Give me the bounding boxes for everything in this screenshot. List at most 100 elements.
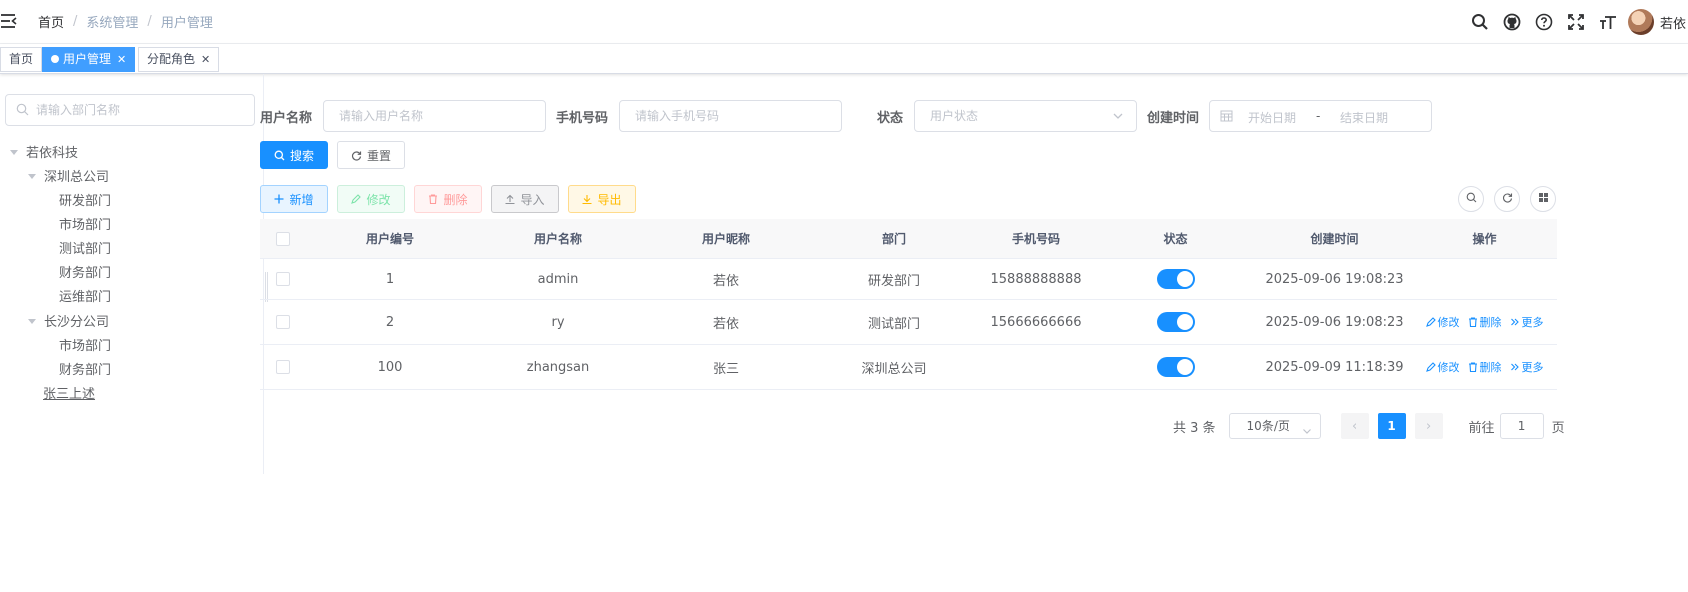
- phone-field[interactable]: [619, 100, 842, 132]
- cell-ops: [1412, 259, 1557, 299]
- status-select-input[interactable]: [930, 107, 1107, 125]
- tree-node[interactable]: 市场部门: [59, 213, 111, 239]
- prev-page-button[interactable]: ‹: [1340, 413, 1369, 439]
- row-edit-link[interactable]: 修改: [1425, 359, 1460, 375]
- pagination-total: 共 3 条: [1173, 420, 1216, 436]
- trash-icon: [1468, 362, 1477, 372]
- status-switch[interactable]: [1156, 312, 1195, 332]
- tag-assign-role[interactable]: 分配角色 ✕: [138, 47, 220, 72]
- delete-button[interactable]: 删除: [414, 185, 482, 213]
- breadcrumb-home[interactable]: 首页: [38, 12, 64, 31]
- search-button[interactable]: 搜索: [260, 141, 328, 169]
- plus-icon: [274, 194, 284, 204]
- tag-user-management[interactable]: 用户管理 ✕: [42, 47, 136, 72]
- tree-node[interactable]: 张三上述: [43, 382, 95, 408]
- cell-username: ry: [551, 314, 565, 330]
- column-header: 部门: [881, 232, 906, 246]
- start-date-input[interactable]: 开始日期: [1248, 109, 1296, 126]
- search-icon[interactable]: [1464, 6, 1496, 38]
- row-checkbox[interactable]: [276, 360, 290, 374]
- reset-button[interactable]: 重置: [337, 141, 405, 169]
- status-switch[interactable]: [1156, 269, 1195, 289]
- refresh-button[interactable]: [1494, 186, 1520, 212]
- page-size-value: 10条/页: [1246, 419, 1290, 433]
- username-field[interactable]: [323, 100, 546, 132]
- breadcrumb-system[interactable]: 系统管理: [86, 12, 138, 31]
- row-delete-link[interactable]: 删除: [1468, 359, 1502, 375]
- tags-view: 首页 用户管理 ✕ 分配角色 ✕: [0, 44, 1688, 74]
- caret-down-icon[interactable]: [28, 319, 36, 324]
- row-edit-link[interactable]: 修改: [1425, 314, 1460, 330]
- tree-node[interactable]: 若依科技: [10, 141, 78, 167]
- row-more-label: 更多: [1521, 361, 1544, 374]
- row-delete-label: 删除: [1479, 316, 1502, 329]
- phone-input[interactable]: [635, 107, 812, 125]
- tree-node[interactable]: 深圳总公司: [28, 165, 109, 191]
- trash-icon: [1468, 317, 1477, 327]
- hamburger-icon[interactable]: [0, 12, 20, 32]
- cell-nickname: 若依: [712, 316, 739, 332]
- tree-node[interactable]: 市场部门: [59, 334, 111, 360]
- edit-button[interactable]: 修改: [337, 185, 405, 213]
- status-switch[interactable]: [1156, 357, 1195, 377]
- export-button[interactable]: 导出: [568, 185, 636, 213]
- row-more-link[interactable]: 更多: [1510, 314, 1544, 330]
- row-delete-link[interactable]: 删除: [1468, 314, 1502, 330]
- tree-node[interactable]: 研发部门: [59, 189, 111, 215]
- select-all-checkbox[interactable]: [276, 231, 290, 246]
- tree-node-label: 研发部门: [59, 194, 112, 209]
- header-select-all: [260, 219, 306, 258]
- row-checkbox[interactable]: [276, 315, 290, 329]
- date-range-picker[interactable]: 开始日期 - 结束日期: [1209, 100, 1432, 132]
- goto-page-input[interactable]: 1: [1499, 413, 1544, 439]
- user-table: 用户编号 用户名称 用户昵称 部门 手机号码 状态 创建时间 操作 1 admi…: [260, 219, 1557, 390]
- status-label: 状态: [877, 111, 904, 126]
- tag-label: 首页: [9, 52, 34, 66]
- close-icon[interactable]: ✕: [117, 53, 126, 66]
- status-select[interactable]: [914, 100, 1137, 132]
- fullscreen-icon[interactable]: [1560, 6, 1592, 38]
- tree-node[interactable]: 运维部门: [59, 285, 111, 311]
- edit-icon: [1425, 362, 1436, 372]
- search-icon: [1466, 192, 1477, 207]
- tree-node[interactable]: 测试部门: [59, 237, 111, 263]
- columns-button[interactable]: [1530, 186, 1556, 212]
- edit-icon: [351, 194, 362, 204]
- end-date-input[interactable]: 结束日期: [1340, 109, 1388, 126]
- github-icon[interactable]: [1496, 6, 1528, 38]
- tag-home[interactable]: 首页: [0, 47, 43, 72]
- caret-down-icon[interactable]: [10, 150, 18, 155]
- font-size-icon[interactable]: [1592, 6, 1624, 38]
- page-size-select[interactable]: 10条/页: [1228, 413, 1321, 439]
- row-more-label: 更多: [1521, 316, 1544, 329]
- next-page-button[interactable]: ›: [1414, 413, 1443, 439]
- username-input[interactable]: [339, 107, 516, 125]
- row-checkbox[interactable]: [276, 272, 290, 286]
- column-header: 操作: [1472, 232, 1497, 246]
- tree-node-label: 若依科技: [26, 146, 79, 161]
- page-suffix: 页: [1551, 420, 1565, 436]
- row-delete-label: 删除: [1479, 361, 1502, 374]
- username[interactable]: 若依: [1660, 13, 1688, 32]
- cell-user-id: 100: [377, 359, 403, 375]
- tree-node[interactable]: 财务部门: [59, 358, 111, 384]
- cell-user-id: 1: [385, 271, 395, 287]
- help-icon[interactable]: [1528, 6, 1560, 38]
- add-button[interactable]: 新增: [260, 185, 328, 213]
- chevron-right-icon: ›: [1425, 418, 1432, 434]
- row-more-link[interactable]: 更多: [1510, 359, 1544, 375]
- cell-username: admin: [537, 271, 579, 287]
- add-button-label: 新增: [289, 192, 314, 207]
- dept-search-input[interactable]: [36, 100, 246, 120]
- cell-created: 2025-09-06 19:08:23: [1265, 314, 1404, 330]
- caret-down-icon[interactable]: [28, 174, 36, 179]
- import-button[interactable]: 导入: [491, 185, 559, 213]
- page-number-current[interactable]: 1: [1377, 413, 1406, 439]
- close-icon[interactable]: ✕: [201, 53, 210, 66]
- dept-search-field[interactable]: [5, 94, 255, 126]
- tree-node[interactable]: 财务部门: [59, 261, 111, 287]
- toggle-search-button[interactable]: [1458, 186, 1484, 212]
- cell-status: [1094, 345, 1257, 389]
- tree-node[interactable]: 长沙分公司: [28, 310, 109, 336]
- avatar[interactable]: [1628, 9, 1654, 35]
